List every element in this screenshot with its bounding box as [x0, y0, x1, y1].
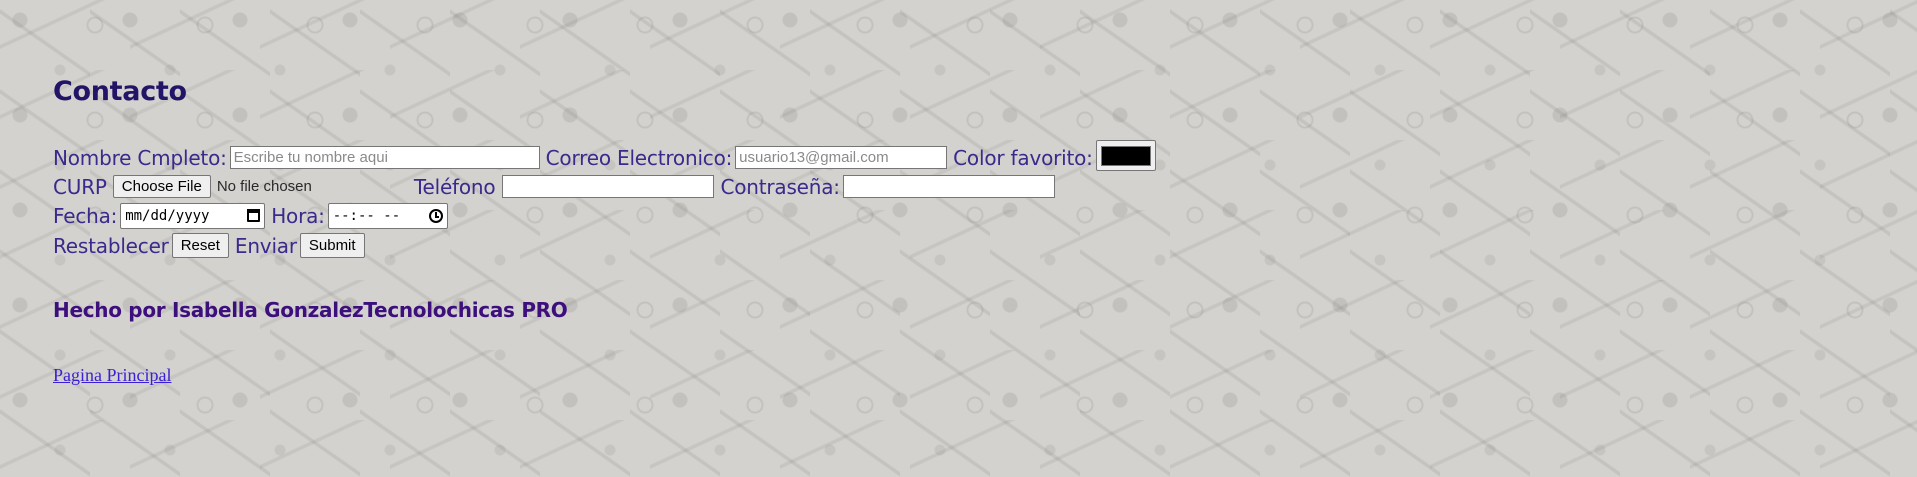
enviar-label: Enviar — [234, 233, 297, 258]
fecha-input[interactable]: mm/dd/yyyy — [120, 202, 266, 229]
color-label: Color favorito: — [953, 145, 1093, 170]
form-row-4: Restablecer Reset Enviar Submit — [53, 230, 1156, 261]
submit-button[interactable]: Submit — [299, 233, 365, 258]
choose-file-button[interactable]: Choose File — [112, 175, 211, 198]
telefono-label: Teléfono — [413, 174, 496, 199]
correo-input[interactable] — [735, 146, 948, 169]
file-status: No file chosen — [216, 178, 312, 195]
fecha-placeholder: mm/dd/yyyy — [125, 207, 210, 224]
nombre-label: Nombre Cmpleto: — [53, 145, 227, 170]
restablecer-label: Restablecer — [53, 233, 169, 258]
form-row-2: CURP Choose File No file chosen Teléfono… — [53, 172, 1156, 201]
credit-text: Hecho por Isabella GonzalezTecnolochicas… — [53, 298, 568, 322]
color-swatch — [1100, 145, 1151, 166]
page-title: Contacto — [53, 76, 187, 107]
home-link[interactable]: Pagina Principal — [53, 365, 171, 386]
telefono-input[interactable] — [502, 175, 715, 198]
color-picker[interactable] — [1095, 140, 1156, 171]
hora-label: Hora: — [271, 203, 325, 228]
hora-input[interactable]: --:-- -- — [327, 202, 448, 229]
curp-label: CURP — [53, 174, 107, 199]
nombre-input[interactable] — [229, 146, 540, 169]
reset-button[interactable]: Reset — [171, 233, 229, 258]
contact-form: Nombre Cmpleto: Correo Electronico: Colo… — [53, 140, 1156, 261]
clock-icon[interactable] — [428, 208, 443, 223]
hora-placeholder: --:-- -- — [332, 207, 401, 224]
contrasena-label: Contraseña: — [720, 174, 840, 199]
fecha-label: Fecha: — [53, 203, 118, 228]
correo-label: Correo Electronico: — [545, 145, 733, 170]
form-row-1: Nombre Cmpleto: Correo Electronico: Colo… — [53, 140, 1156, 172]
form-row-3: Fecha: mm/dd/yyyy Hora: --:-- -- — [53, 201, 1156, 230]
contrasena-input[interactable] — [842, 175, 1055, 198]
calendar-icon[interactable] — [247, 209, 261, 222]
